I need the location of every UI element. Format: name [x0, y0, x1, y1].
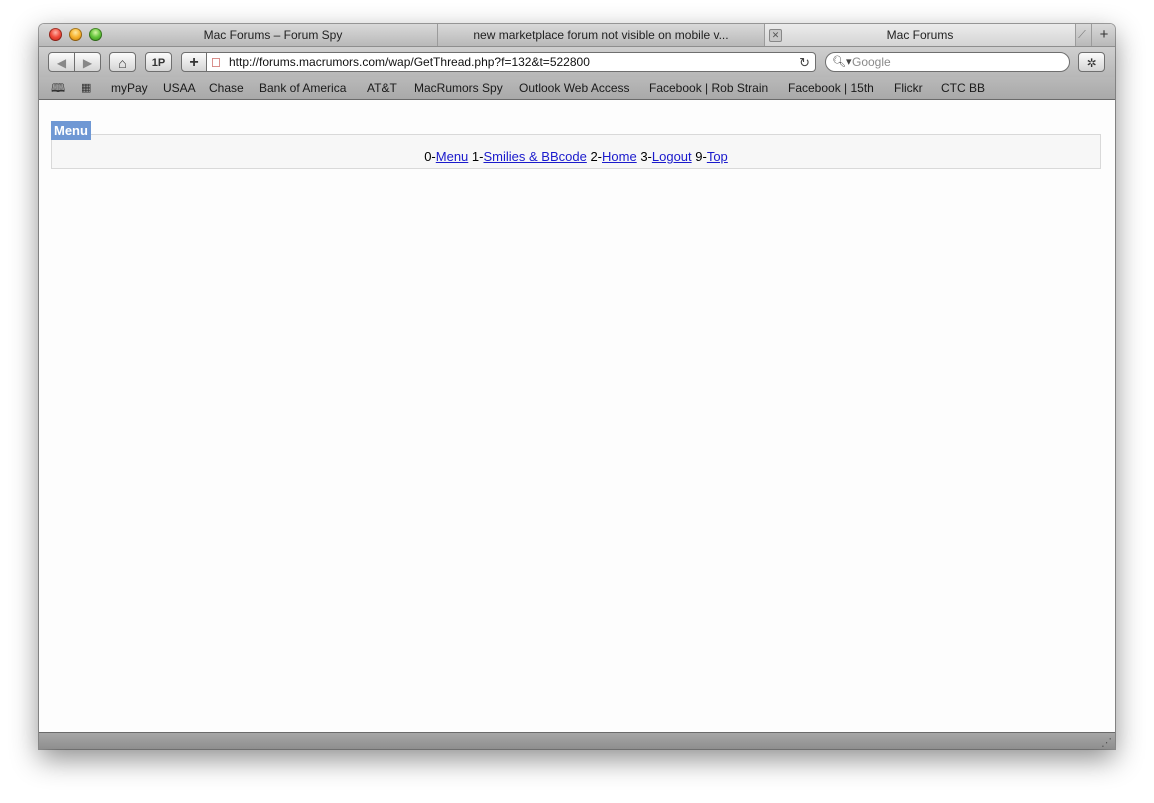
top-sites-grid-icon[interactable]: ▦ — [81, 80, 91, 96]
back-button[interactable]: ◀ — [48, 52, 75, 72]
address-bar[interactable]:  http://forums.macrumors.com/wap/GetThr… — [207, 52, 816, 72]
bookmark-item[interactable]: Bank of America — [259, 80, 346, 96]
bookmark-item[interactable]: Flickr — [894, 80, 923, 96]
bookmark-item[interactable]: USAA — [163, 80, 196, 96]
zoom-window-button[interactable] — [89, 28, 102, 41]
web-inspector-bug-button[interactable]: ✲ — [1078, 52, 1105, 72]
browser-window: Mac Forums – Forum Spy new marketplace f… — [39, 24, 1115, 749]
top-key: 9- — [695, 149, 707, 164]
menu-box: 0-Menu 1-Smilies & BBcode 2-Home 3-Logou… — [51, 134, 1101, 169]
bookmark-item[interactable]: CTC BB — [941, 80, 985, 96]
status-bar: ⋰ — [39, 732, 1115, 749]
search-field[interactable]: 🔍︎▾ — [825, 52, 1070, 72]
home-key: 2- — [590, 149, 602, 164]
onepassword-button[interactable]: 1P — [145, 52, 172, 72]
reload-icon[interactable]: ↻ — [799, 53, 810, 72]
tab-marketplace-thread[interactable]: new marketplace forum not visible on mob… — [438, 24, 765, 46]
navigation-toolbar: ◀ ▶ ⌂ 1P +  http://forums.macrumors.com… — [39, 47, 1115, 77]
top-link[interactable]: Top — [707, 149, 728, 164]
menu-key: 0- — [424, 149, 436, 164]
menu-links-line: 0-Menu 1-Smilies & BBcode 2-Home 3-Logou… — [52, 149, 1100, 165]
search-input[interactable] — [852, 54, 1052, 69]
bookmark-item[interactable]: myPay — [111, 80, 148, 96]
add-bookmark-button[interactable]: + — [181, 52, 207, 72]
home-link[interactable]: Home — [602, 149, 637, 164]
web-page-content: 0-Menu 1-Smilies & BBcode 2-Home 3-Logou… — [39, 100, 1115, 732]
tab-bar: Mac Forums – Forum Spy new marketplace f… — [39, 24, 1115, 47]
tab-forum-spy[interactable]: Mac Forums – Forum Spy — [109, 24, 438, 46]
bookmark-item[interactable]: Facebook | 15th — [788, 80, 874, 96]
new-tab-button[interactable]: + — [1091, 24, 1115, 46]
menu-link[interactable]: Menu — [436, 149, 469, 164]
bookmarks-bar: 🕮︎ ▦ myPay USAA Chase Bank of America AT… — [39, 77, 1115, 100]
bookmark-item[interactable]: AT&T — [367, 80, 397, 96]
close-window-button[interactable] — [49, 28, 62, 41]
tab-close-icon[interactable]: ✕ — [769, 29, 782, 42]
search-icon[interactable]: 🔍︎▾ — [832, 53, 852, 71]
minimize-window-button[interactable] — [69, 28, 82, 41]
menu-heading: Menu — [51, 121, 91, 140]
forward-button[interactable]: ▶ — [74, 52, 101, 72]
logout-key: 3- — [640, 149, 652, 164]
home-button[interactable]: ⌂ — [109, 52, 136, 72]
bookmark-item[interactable]: Outlook Web Access — [519, 80, 630, 96]
url-text[interactable]: http://forums.macrumors.com/wap/GetThrea… — [229, 53, 590, 72]
tab-mac-forums-active[interactable]: Mac Forums — [765, 24, 1076, 46]
bookmark-item[interactable]: Chase — [209, 80, 244, 96]
bookmark-item[interactable]: MacRumors Spy — [414, 80, 503, 96]
window-resize-grip-icon[interactable]: ⋰ — [1101, 737, 1112, 749]
smilies-key: 1- — [471, 149, 484, 164]
bookmark-item[interactable]: Facebook | Rob Strain — [649, 80, 768, 96]
tab-resize-grip-icon[interactable]: ⟋ — [1075, 28, 1089, 42]
logout-link[interactable]: Logout — [652, 149, 692, 164]
reading-list-book-icon[interactable]: 🕮︎ — [51, 80, 65, 96]
apple-favicon-icon:  — [211, 55, 221, 70]
smilies-bbcode-link[interactable]: Smilies & BBcode — [483, 149, 586, 164]
